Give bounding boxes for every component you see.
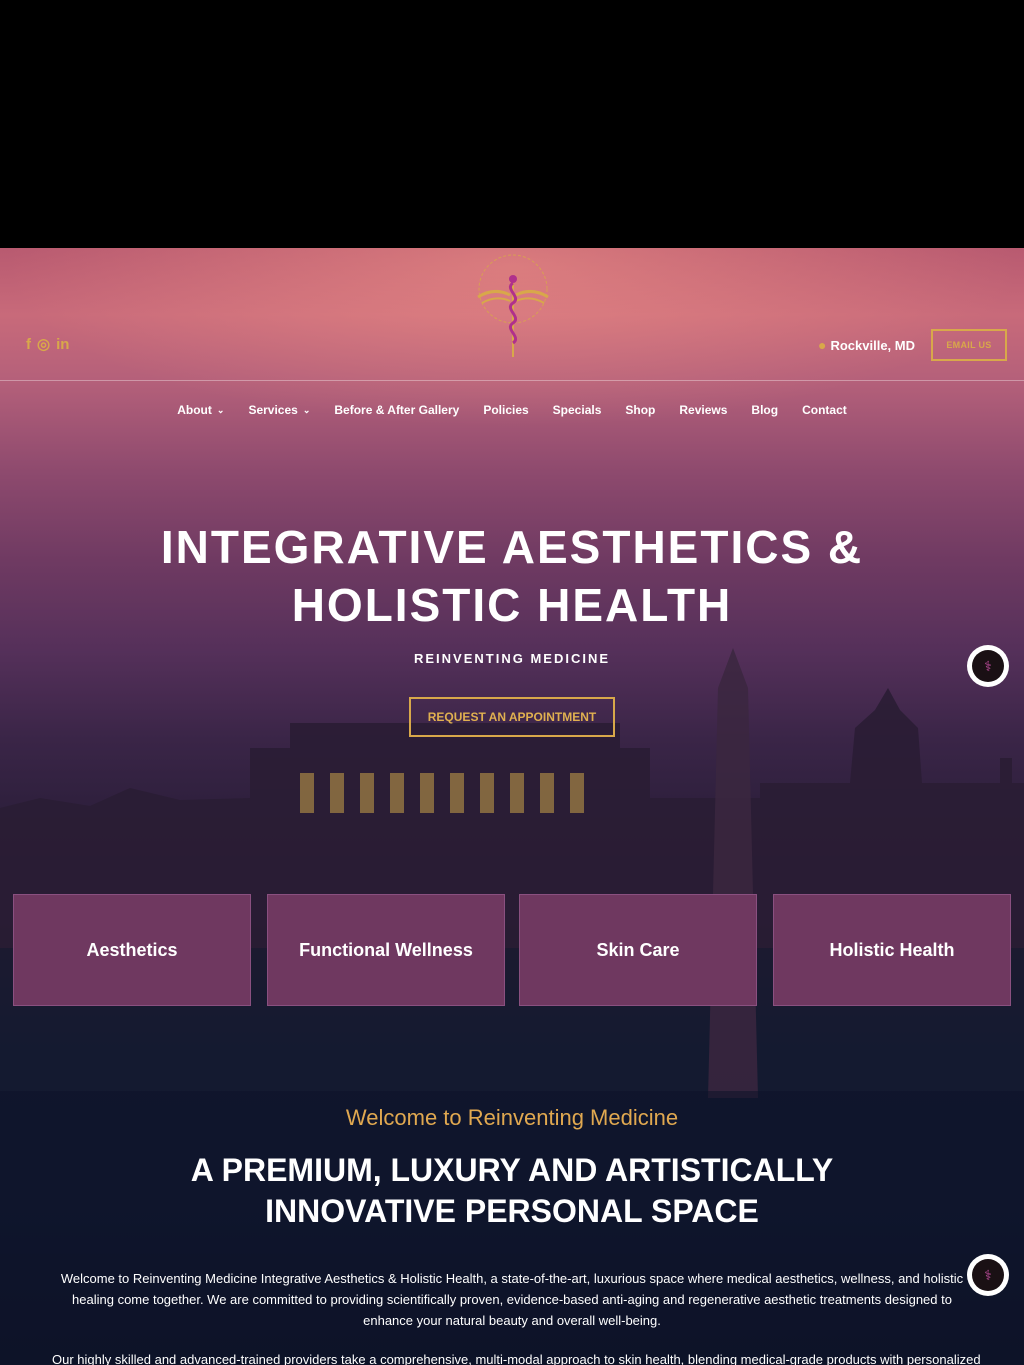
nav-item-shop[interactable]: Shop (625, 403, 655, 417)
nav-item-blog[interactable]: Blog (751, 403, 778, 417)
nav-item-label: Services (248, 403, 298, 417)
intro-heading-line2: INNOVATIVE PERSONAL SPACE (265, 1193, 759, 1229)
hero-title: INTEGRATIVE AESTHETICS & HOLISTIC HEALTH (0, 518, 1024, 634)
nav-item-gallery[interactable]: Before & After Gallery (334, 403, 459, 417)
top-black-bar (0, 0, 1024, 248)
header-divider (0, 380, 1024, 381)
card-holistic-health[interactable]: Holistic Health (773, 894, 1011, 1006)
intro-paragraph-2: Our highly skilled and advanced-trained … (52, 1352, 981, 1365)
nav-item-specials[interactable]: Specials (553, 403, 602, 417)
hero-title-line2: HOLISTIC HEALTH (291, 579, 733, 631)
location-text: Rockville, MD (830, 337, 915, 353)
welcome-heading: Welcome to Reinventing Medicine (345, 1105, 679, 1130)
monument-silhouette (708, 648, 758, 1098)
social-links: f ◎ in (26, 336, 69, 354)
location: ● Rockville, MD (818, 337, 915, 353)
service-cards: Aesthetics Functional Wellness Skin Care… (13, 894, 1011, 1006)
request-appointment-button[interactable]: REQUEST AN APPOINTMENT (409, 697, 615, 737)
nav-item-about[interactable]: About ⌄ (177, 403, 224, 417)
chevron-down-icon: ⌄ (302, 404, 311, 415)
caduceus-icon: ⚕ (972, 1259, 1004, 1291)
card-functional-wellness[interactable]: Functional Wellness (267, 894, 505, 1006)
nav-item-reviews[interactable]: Reviews (679, 403, 727, 417)
map-pin-icon: ● (818, 337, 827, 353)
intro-paragraph: Welcome to Reinventing Medicine Integrat… (60, 1271, 964, 1328)
intro-heading: A PREMIUM, LUXURY AND ARTISTICALLY INNOV… (0, 1150, 1024, 1232)
card-aesthetics[interactable]: Aesthetics (13, 894, 251, 1006)
nav-item-label: About (177, 403, 212, 417)
nav-item-services[interactable]: Services ⌄ (248, 403, 310, 417)
hero-title-line1: INTEGRATIVE AESTHETICS & (160, 521, 864, 573)
nav-item-policies[interactable]: Policies (483, 403, 528, 417)
instagram-icon[interactable]: ◎ (37, 336, 50, 354)
card-skin-care[interactable]: Skin Care (519, 894, 757, 1006)
site-logo[interactable] (474, 253, 552, 361)
hero-subtitle: REINVENTING MEDICINE (413, 651, 610, 666)
facebook-icon[interactable]: f (26, 336, 31, 354)
hero-section: f ◎ in ● Rockville, MD EMAIL US About ⌄ S… (0, 248, 1024, 1365)
floating-logo-button[interactable]: ⚕ (967, 645, 1009, 687)
main-nav: About ⌄ Services ⌄ Before & After Gallery … (0, 403, 1024, 417)
email-us-button[interactable]: EMAIL US (931, 329, 1007, 361)
chevron-down-icon: ⌄ (216, 404, 225, 415)
caduceus-icon: ⚕ (972, 650, 1004, 682)
floating-logo-button[interactable]: ⚕ (967, 1254, 1009, 1296)
linkedin-icon[interactable]: in (56, 336, 69, 354)
nav-item-contact[interactable]: Contact (802, 403, 847, 417)
intro-heading-line1: A PREMIUM, LUXURY AND ARTISTICALLY (190, 1152, 834, 1188)
